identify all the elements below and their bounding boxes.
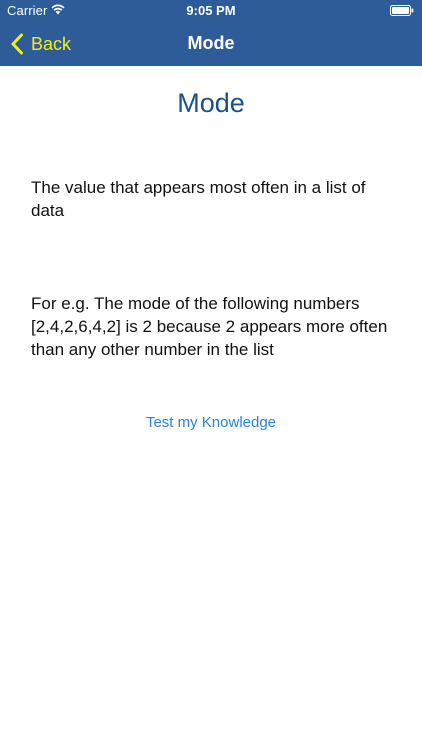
nav-title: Mode [187,33,235,53]
status-bar: Carrier 9:05 PM [0,0,422,22]
app-header: Carrier 9:05 PM Back Mode [0,0,422,66]
battery-icon [390,5,414,16]
navigation-bar: Back Mode [0,22,422,66]
test-knowledge-button[interactable]: Test my Knowledge [0,414,422,431]
example-text: For e.g. The mode of the following numbe… [31,294,388,359]
page-title: Mode [177,88,245,118]
status-time: 9:05 PM [186,3,236,18]
definition-text: The value that appears most often in a l… [31,178,366,220]
